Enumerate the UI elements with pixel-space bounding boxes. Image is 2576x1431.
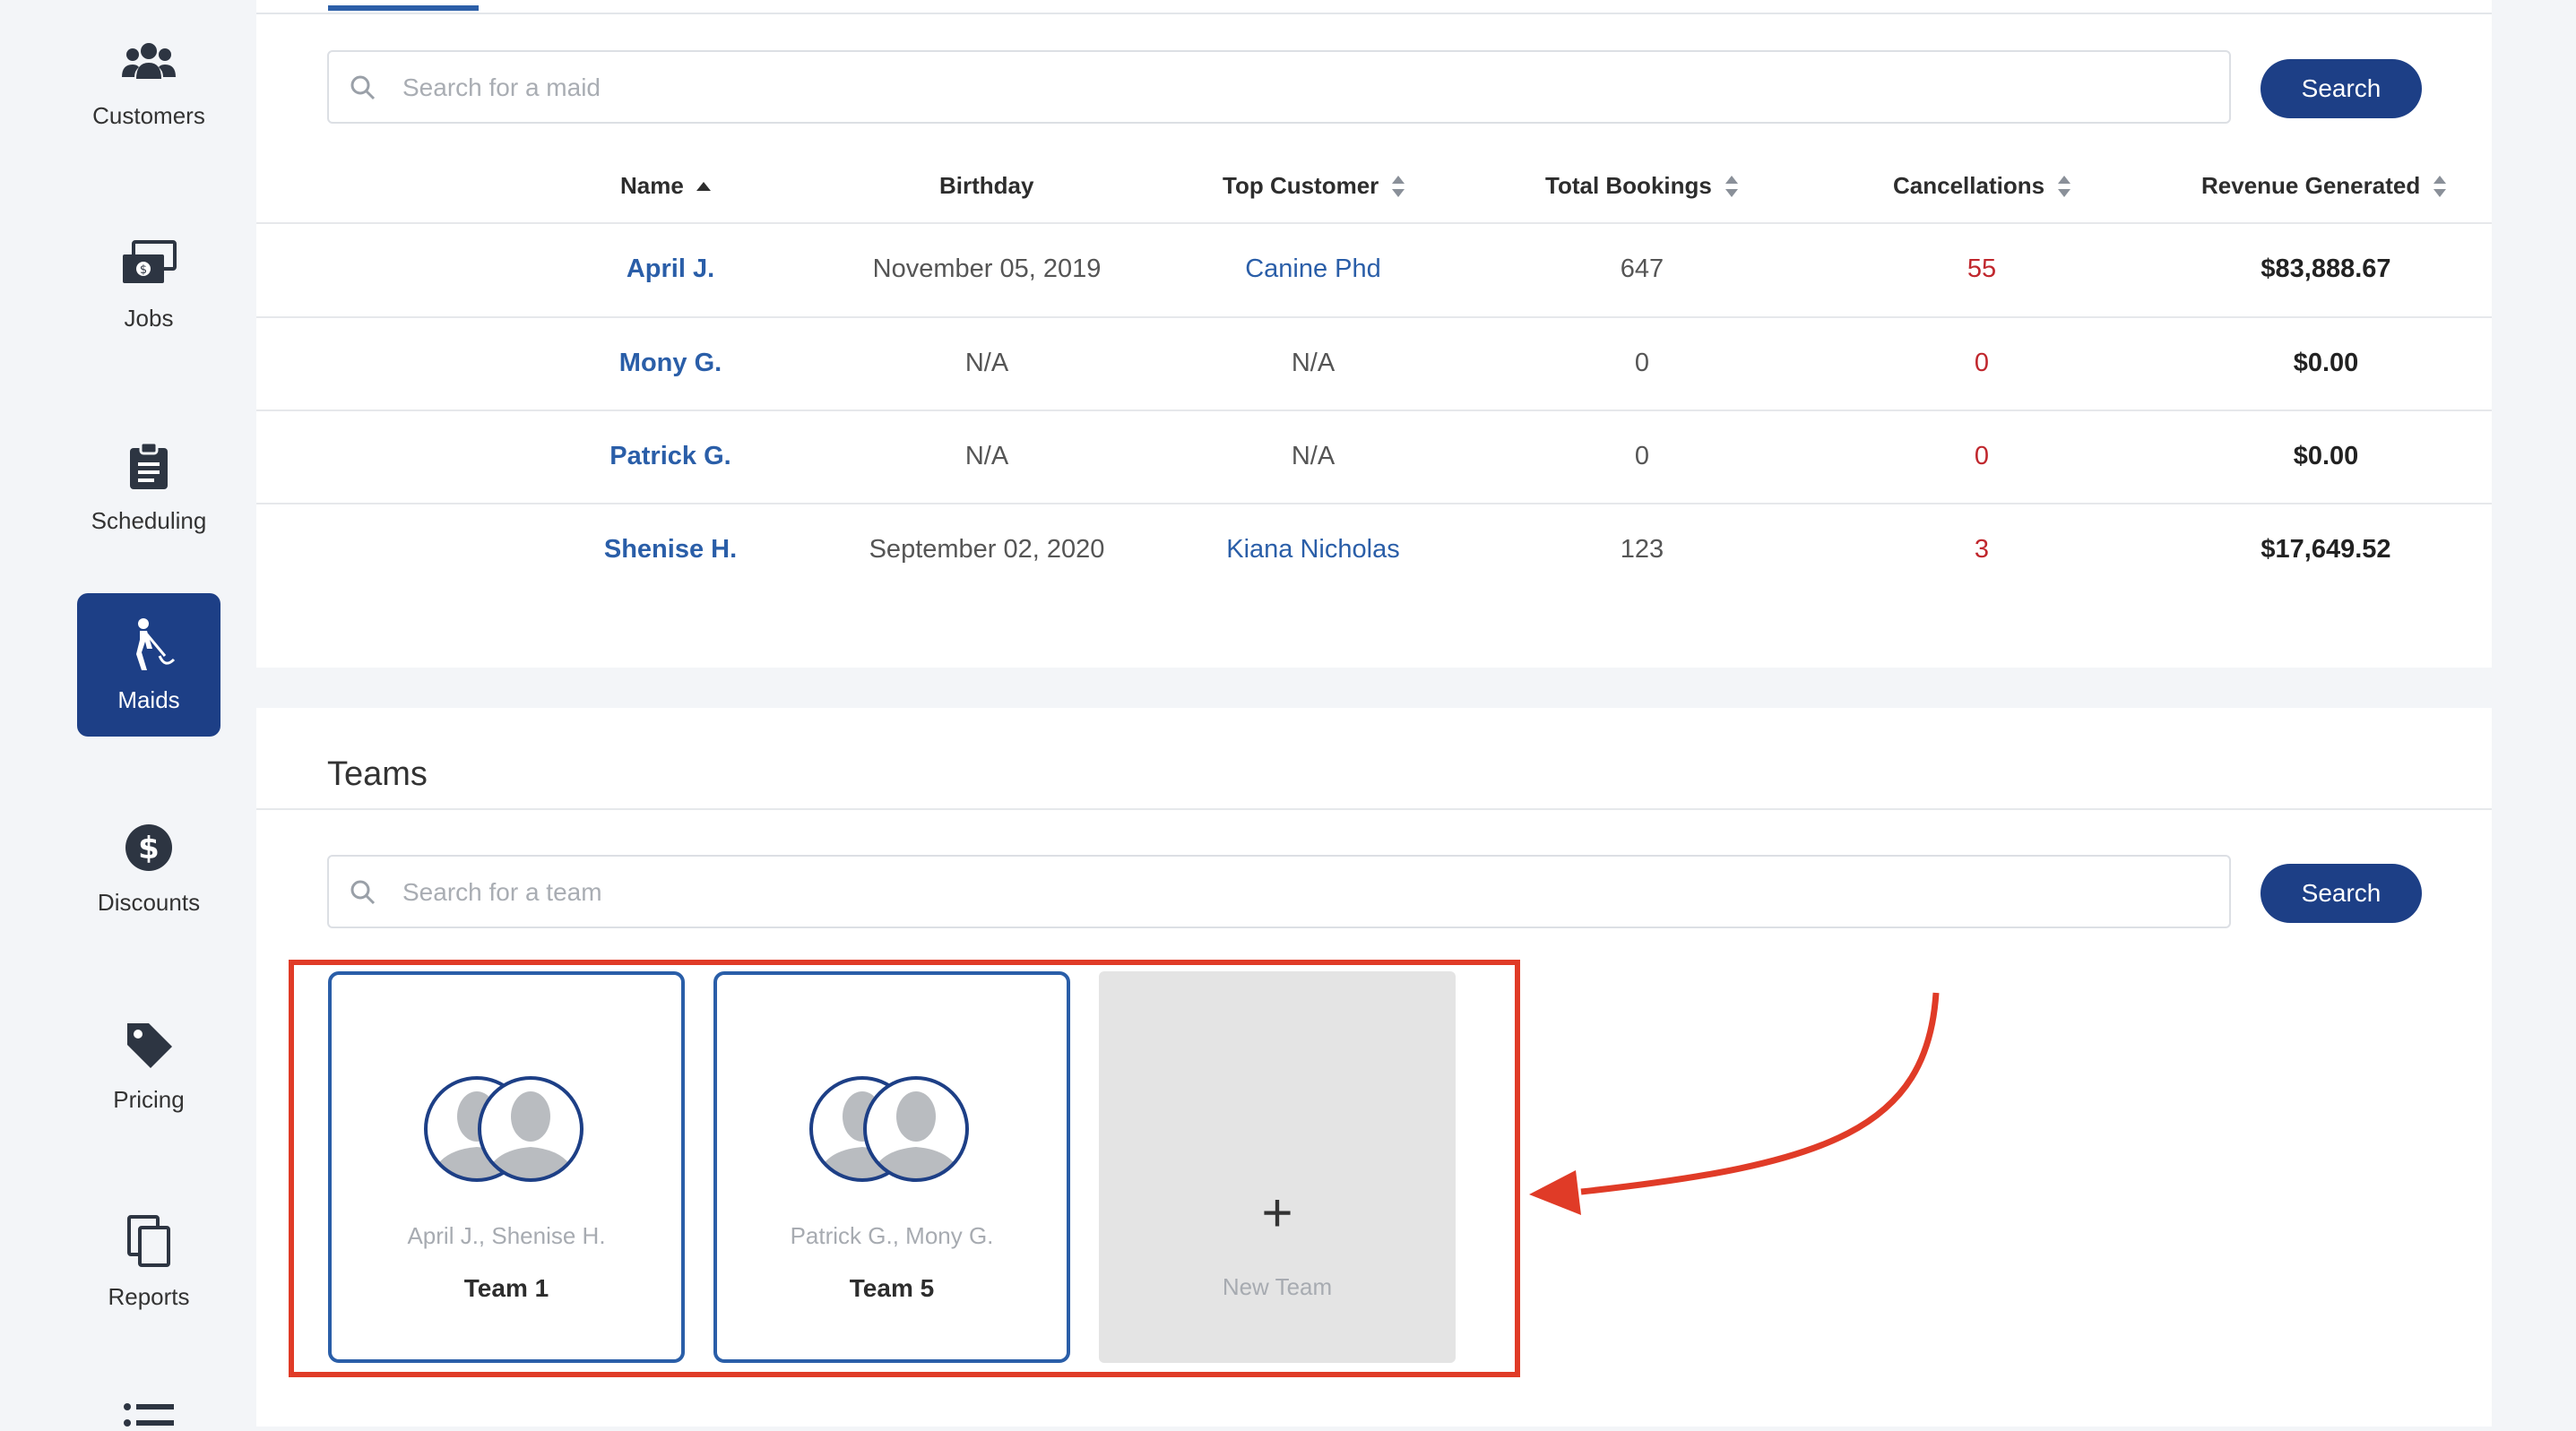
sidebar-item-label: Discounts	[97, 888, 201, 916]
sort-icon	[1725, 175, 1738, 197]
table-divider	[256, 316, 2492, 318]
sidebar-item-label: Maids	[117, 685, 180, 713]
column-header-label: Top Customer	[1223, 172, 1379, 199]
svg-text:$: $	[138, 831, 160, 866]
sidebar-item-maids[interactable]: Maids	[77, 593, 220, 737]
cancellations-cell: 55	[1967, 254, 1997, 283]
sidebar-item-label: Pricing	[113, 1085, 185, 1113]
column-header-birthday[interactable]: Birthday	[939, 172, 1033, 200]
top-customer-link[interactable]: Kiana Nicholas	[1161, 535, 1465, 565]
maid-name-link[interactable]: April J.	[518, 254, 823, 284]
tab-divider	[256, 13, 2492, 14]
column-header-revenue[interactable]: Revenue Generated	[2201, 172, 2447, 200]
maid-name-link[interactable]: Mony G.	[518, 349, 823, 378]
team-search-button[interactable]: Search	[2260, 864, 2422, 923]
maid-search-input[interactable]	[401, 52, 2179, 124]
birthday-cell: September 02, 2020	[869, 535, 1105, 564]
sidebar-item-reports[interactable]: Reports	[77, 1190, 220, 1333]
dollar-circle-icon: $	[120, 819, 177, 876]
svg-text:$: $	[140, 263, 147, 277]
column-header-top-customer[interactable]: Top Customer	[1223, 172, 1405, 200]
sidebar-item-discounts[interactable]: $ Discounts	[77, 796, 220, 939]
table-divider	[256, 503, 2492, 504]
column-header-total-bookings[interactable]: Total Bookings	[1545, 172, 1739, 200]
total-bookings-cell: 0	[1634, 442, 1650, 470]
maid-search-button[interactable]: Search	[2260, 59, 2422, 118]
maid-name-link[interactable]: Shenise H.	[518, 535, 823, 565]
column-header-label: Birthday	[939, 172, 1034, 199]
maid-search-box	[327, 50, 2231, 124]
search-icon	[349, 878, 377, 907]
total-bookings-cell: 647	[1620, 254, 1664, 283]
sidebar-item-scheduling[interactable]: Scheduling	[77, 414, 220, 557]
column-header-label: Total Bookings	[1545, 172, 1712, 199]
revenue-cell: $17,649.52	[2260, 535, 2391, 564]
cancellations-cell: 0	[1974, 349, 1990, 377]
users-icon	[120, 32, 177, 90]
sort-icon	[2433, 175, 2447, 197]
list-icon[interactable]	[124, 1403, 174, 1431]
top-customer-cell: N/A	[1291, 349, 1336, 377]
sidebar-item-pricing[interactable]: Pricing	[77, 993, 220, 1136]
sort-icon	[1392, 175, 1405, 197]
sidebar-item-label: Scheduling	[91, 506, 207, 534]
birthday-cell: November 05, 2019	[872, 254, 1102, 283]
column-header-name[interactable]: Name	[620, 172, 711, 200]
column-header-cancellations[interactable]: Cancellations	[1893, 172, 2071, 200]
birthday-cell: N/A	[964, 349, 1009, 377]
table-divider	[256, 222, 2492, 224]
tag-icon	[120, 1016, 177, 1073]
sidebar-item-label: Jobs	[124, 304, 174, 332]
maid-icon	[120, 616, 177, 674]
revenue-cell: $0.00	[2293, 442, 2359, 470]
maid-name-link[interactable]: Patrick G.	[518, 442, 823, 471]
team-search-box	[327, 855, 2231, 928]
team-search-input[interactable]	[401, 857, 2179, 928]
revenue-cell: $83,888.67	[2260, 254, 2391, 283]
birthday-cell: N/A	[964, 442, 1009, 470]
section-divider	[256, 808, 2492, 810]
sidebar-item-jobs[interactable]: $ Jobs	[77, 211, 220, 355]
top-customer-link[interactable]: Canine Phd	[1161, 254, 1465, 284]
sidebar-item-label: Customers	[92, 101, 205, 129]
cancellations-cell: 0	[1974, 442, 1990, 470]
sidebar-item-label: Reports	[108, 1282, 190, 1310]
top-customer-cell: N/A	[1291, 442, 1336, 470]
total-bookings-cell: 0	[1634, 349, 1650, 377]
sort-asc-icon	[696, 181, 711, 191]
sort-icon	[2058, 175, 2071, 197]
column-header-label: Cancellations	[1893, 172, 2045, 199]
revenue-cell: $0.00	[2293, 349, 2359, 377]
cancellations-cell: 3	[1974, 535, 1990, 564]
total-bookings-cell: 123	[1620, 535, 1664, 564]
sidebar: Customers $ Jobs Scheduling Maids $ Disc…	[0, 0, 255, 1427]
column-header-label: Revenue Generated	[2201, 172, 2421, 199]
table-divider	[256, 409, 2492, 411]
section-title-teams: Teams	[327, 755, 428, 793]
clipboard-icon	[120, 437, 177, 495]
sidebar-item-customers[interactable]: Customers	[77, 9, 220, 152]
annotation-highlight-box	[289, 960, 1520, 1377]
search-icon	[349, 73, 377, 102]
copy-icon	[120, 1213, 177, 1271]
active-tab-indicator	[328, 5, 479, 11]
column-header-label: Name	[620, 172, 684, 199]
money-icon: $	[120, 235, 177, 292]
